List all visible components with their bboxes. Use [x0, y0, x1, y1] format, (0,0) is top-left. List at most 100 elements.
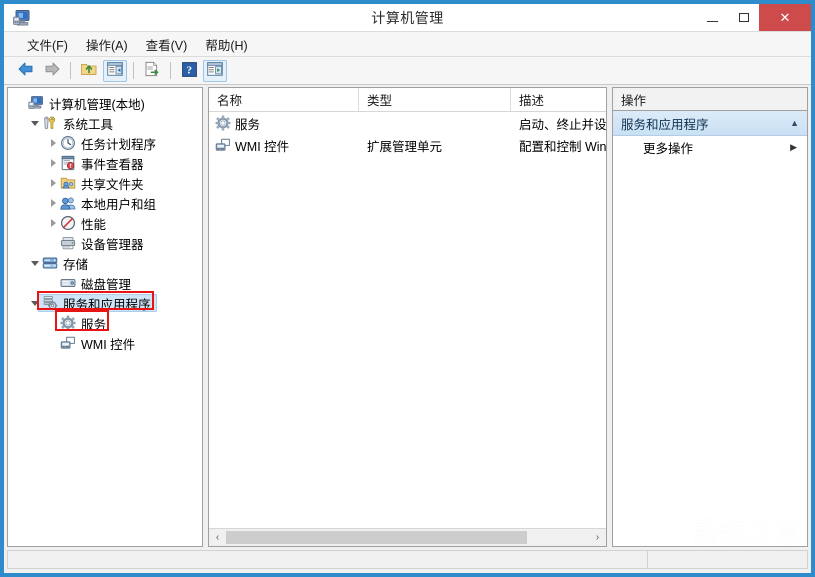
expander-closed-icon[interactable]	[46, 213, 60, 233]
tree-item-services-and-applications[interactable]: 服务和应用程序	[8, 293, 202, 313]
scrollbar-track[interactable]	[226, 529, 589, 546]
console-tree: 计算机管理(本地) 系统工具 任务计划程序 事件查看器 共享文件夹 本地用户和组…	[8, 88, 202, 353]
expander-open-icon[interactable]	[28, 253, 42, 273]
toolbar-back-button[interactable]	[14, 60, 38, 82]
tree-item-label: 本地用户和组	[81, 197, 157, 212]
tree-item-computer-management[interactable]: 计算机管理(本地)	[8, 93, 202, 113]
tree-item-label: 服务和应用程序	[63, 297, 151, 312]
list-column-headers: 名称 类型 描述	[209, 88, 606, 112]
maximize-icon	[738, 13, 749, 22]
horizontal-scrollbar[interactable]: ‹ ›	[209, 528, 606, 546]
back-arrow-icon	[17, 61, 35, 80]
tree-item-label: 共享文件夹	[81, 177, 144, 192]
tree-item-label: WMI 控件	[81, 337, 136, 352]
tree-item-storage[interactable]: 存储	[8, 253, 202, 273]
tree-item-services[interactable]: 服务	[8, 313, 202, 333]
tree-item-shared-folders[interactable]: 共享文件夹	[8, 173, 202, 193]
action-more-actions[interactable]: 更多操作 ▶	[613, 136, 807, 158]
tree-item-label: 存储	[63, 257, 89, 272]
actions-pane-body: 服务和应用程序 ▲ 更多操作 ▶	[612, 110, 808, 547]
window-title: 计算机管理	[371, 9, 444, 26]
actions-group-label: 服务和应用程序	[621, 117, 709, 132]
tree-item-system-tools[interactable]: 系统工具	[8, 113, 202, 133]
toolbar-action-pane-button[interactable]	[203, 59, 227, 82]
show-action-pane-icon	[207, 62, 223, 79]
scrollbar-thumb[interactable]	[226, 531, 528, 544]
list-item[interactable]: 服务 启动、终止并设置	[209, 112, 606, 134]
wmi-control-icon	[215, 137, 231, 153]
expander-closed-icon[interactable]	[46, 133, 60, 153]
tree-item-label: 磁盘管理	[81, 277, 132, 292]
tree-item-device-manager[interactable]: 设备管理器	[8, 233, 202, 253]
menu-bar: 文件(F) 操作(A) 查看(V) 帮助(H)	[4, 31, 811, 57]
computer-management-icon	[12, 8, 32, 28]
menu-action[interactable]: 操作(A)	[77, 33, 137, 56]
menu-help[interactable]: 帮助(H)	[196, 33, 256, 56]
column-header-description[interactable]: 描述	[511, 88, 606, 111]
main-content: 计算机管理(本地) 系统工具 任务计划程序 事件查看器 共享文件夹 本地用户和组…	[4, 85, 811, 547]
tree-item-task-scheduler[interactable]: 任务计划程序	[8, 133, 202, 153]
menu-file[interactable]: 文件(F)	[18, 33, 77, 56]
toolbar-separator-1	[70, 62, 71, 79]
scroll-right-button[interactable]: ›	[589, 529, 606, 546]
performance-icon	[60, 215, 76, 231]
expander-placeholder	[46, 333, 60, 353]
chevron-up-icon[interactable]: ▲	[790, 118, 799, 128]
task-scheduler-icon	[60, 135, 76, 151]
up-folder-icon	[80, 61, 98, 80]
computer-management-window: 计算机管理 ✕ 文件(F) 操作(A) 查看(V) 帮助(H) ? 计算机管理(…	[0, 0, 815, 577]
expander-closed-icon[interactable]	[46, 173, 60, 193]
export-list-icon	[144, 61, 160, 80]
tree-item-label: 服务	[81, 317, 107, 332]
tree-item-wmi-control[interactable]: WMI 控件	[8, 333, 202, 353]
title-bar: 计算机管理 ✕	[4, 4, 811, 31]
forward-arrow-icon	[43, 61, 61, 80]
toolbar-console-tree-button[interactable]	[103, 59, 127, 82]
tree-item-disk-management[interactable]: 磁盘管理	[8, 273, 202, 293]
actions-group-header[interactable]: 服务和应用程序 ▲	[613, 111, 807, 136]
column-header-name[interactable]: 名称	[209, 88, 359, 111]
tree-item-local-users-groups[interactable]: 本地用户和组	[8, 193, 202, 213]
status-bar-text	[7, 550, 648, 569]
tree-item-performance[interactable]: 性能	[8, 213, 202, 233]
list-item-name: 服务	[235, 117, 261, 132]
minimize-button[interactable]	[697, 4, 728, 31]
expander-closed-icon[interactable]	[46, 153, 60, 173]
actions-pane-header: 操作	[612, 87, 808, 110]
expander-open-icon[interactable]	[28, 113, 42, 133]
close-button[interactable]: ✕	[759, 4, 811, 31]
tree-item-label: 计算机管理(本地)	[49, 97, 145, 112]
expander-placeholder	[46, 273, 60, 293]
expander-closed-icon[interactable]	[46, 193, 60, 213]
list-item-name: WMI 控件	[235, 139, 290, 154]
toolbar-up-folder-button[interactable]	[77, 60, 101, 82]
action-label: 更多操作	[643, 141, 694, 156]
tree-item-label: 设备管理器	[81, 237, 144, 252]
services-applications-icon	[42, 295, 58, 311]
storage-icon	[42, 255, 58, 271]
list-item-type: 扩展管理单元	[367, 139, 443, 154]
chevron-right-icon: ▶	[790, 141, 797, 152]
list-pane: 名称 类型 描述 服务 启动、终止并设 WMI 控件 扩展管理单元 配置和控制 …	[208, 87, 607, 547]
show-hide-console-tree-icon	[107, 62, 123, 79]
menu-view[interactable]: 查看(V)	[137, 33, 197, 56]
toolbar-export-list-button[interactable]	[140, 60, 164, 82]
console-tree-pane: 计算机管理(本地) 系统工具 任务计划程序 事件查看器 共享文件夹 本地用户和组…	[7, 87, 203, 547]
toolbar-separator-3	[170, 62, 171, 79]
expander-open-icon[interactable]	[28, 293, 42, 313]
expander-placeholder	[46, 233, 60, 253]
list-item[interactable]: WMI 控件 扩展管理单元 配置和控制 Windo	[209, 134, 606, 156]
minimize-icon	[707, 20, 718, 22]
svg-text:?: ?	[186, 64, 192, 76]
toolbar-forward-button[interactable]	[40, 60, 64, 82]
window-controls: ✕	[697, 4, 811, 31]
scroll-left-button[interactable]: ‹	[209, 529, 226, 546]
computer-icon	[28, 95, 44, 111]
maximize-button[interactable]	[728, 4, 759, 31]
tree-item-event-viewer[interactable]: 事件查看器	[8, 153, 202, 173]
device-manager-icon	[60, 235, 76, 251]
tree-item-label: 任务计划程序	[81, 137, 157, 152]
column-header-type[interactable]: 类型	[359, 88, 511, 111]
status-bar-secondary	[648, 550, 808, 569]
toolbar-help-button[interactable]: ?	[177, 60, 201, 82]
